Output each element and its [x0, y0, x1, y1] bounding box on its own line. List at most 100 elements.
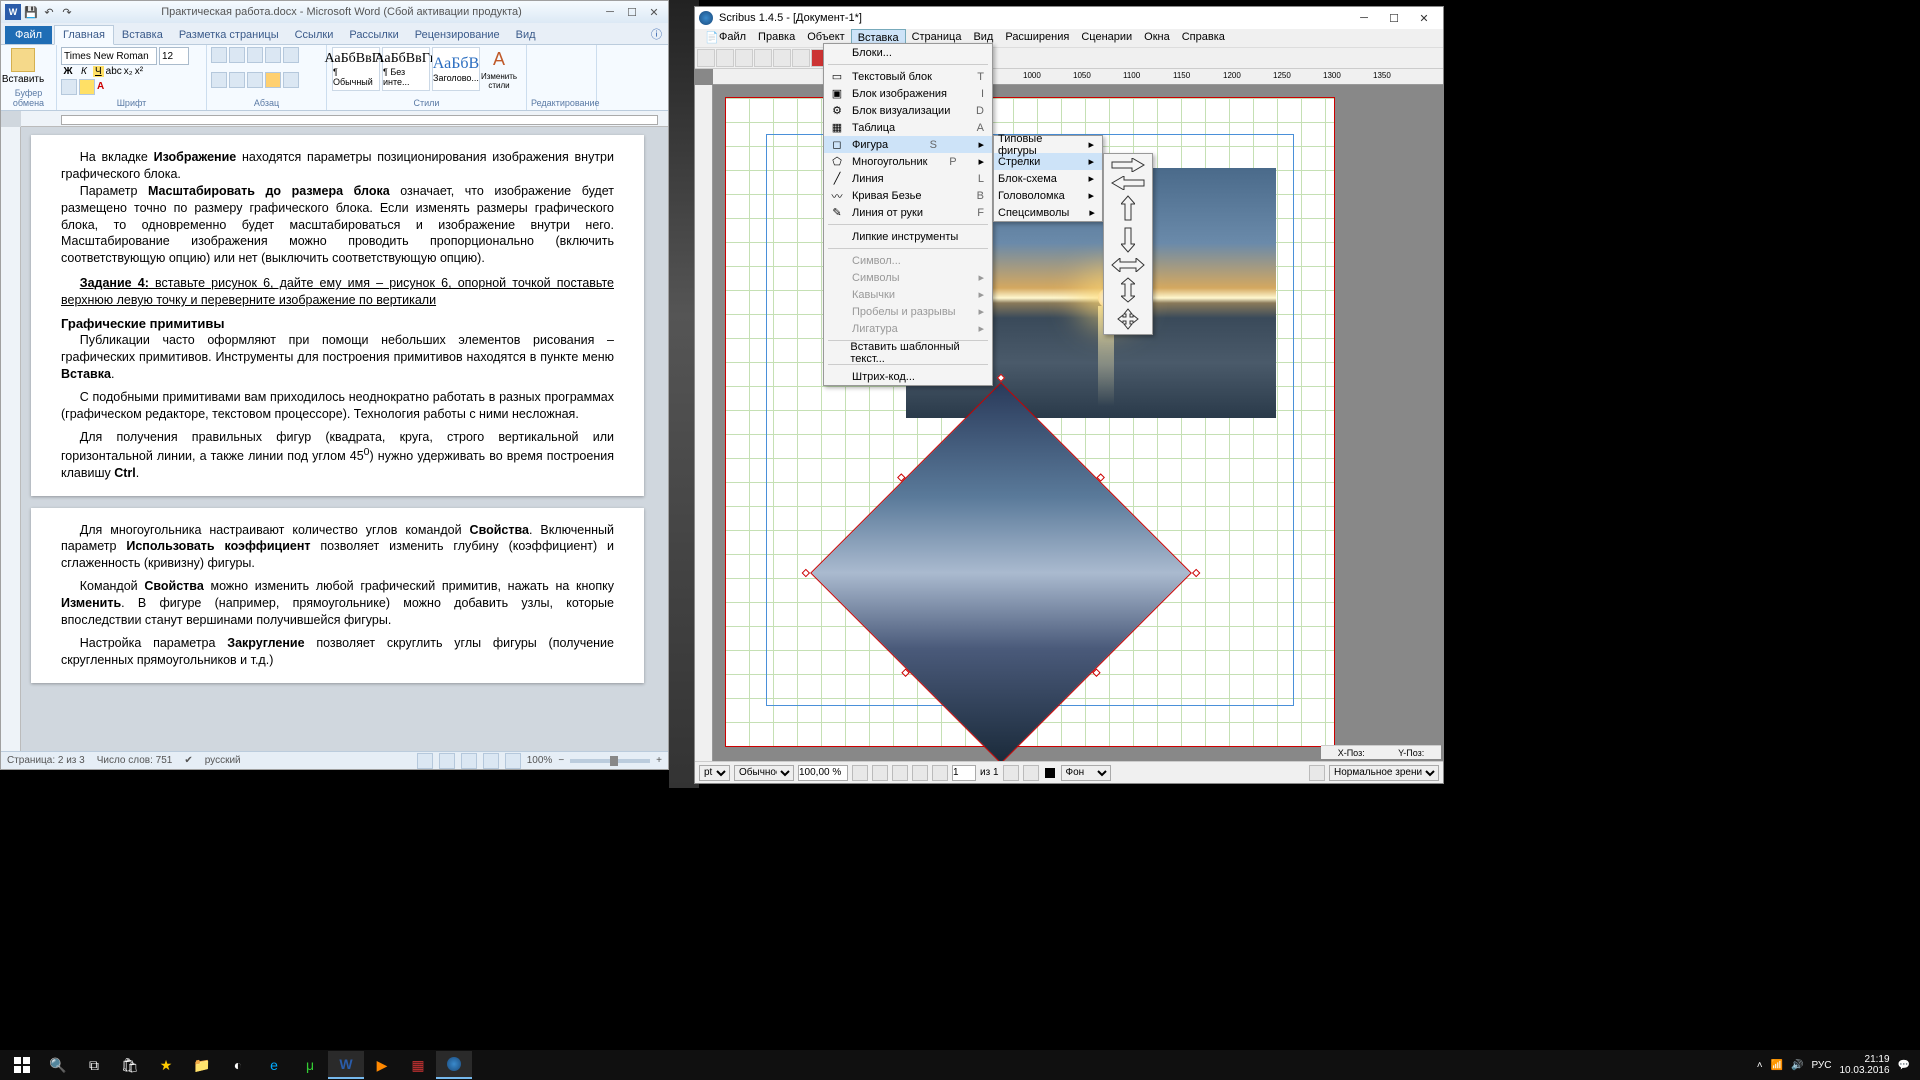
- tab-file[interactable]: Файл: [5, 26, 52, 44]
- numbering-icon[interactable]: [229, 47, 245, 63]
- tab-insert[interactable]: Вставка: [114, 26, 171, 44]
- menu-bezier[interactable]: 〰Кривая БезьеB: [824, 187, 992, 204]
- subscript-button[interactable]: x₂: [124, 66, 133, 77]
- zoom-out-icon[interactable]: [852, 765, 868, 781]
- arrow-right-icon[interactable]: [1110, 158, 1146, 172]
- arrow-quad-icon[interactable]: [1117, 308, 1139, 330]
- minimize-icon[interactable]: ─: [600, 4, 620, 20]
- app-icon[interactable]: ★: [148, 1051, 184, 1079]
- menu-help[interactable]: Справка: [1176, 29, 1231, 47]
- save-icon[interactable]: 💾: [23, 4, 39, 20]
- font-size-select[interactable]: [159, 47, 189, 65]
- menu-image-frame[interactable]: ▣Блок изображенияI: [824, 85, 992, 102]
- bullets-icon[interactable]: [211, 47, 227, 63]
- maximize-icon[interactable]: ☐: [1379, 9, 1409, 27]
- page-first-icon[interactable]: [912, 765, 928, 781]
- zoom-in-icon[interactable]: [892, 765, 908, 781]
- arrow-left-icon[interactable]: [1110, 176, 1146, 190]
- menu-file[interactable]: Файл: [713, 29, 752, 47]
- style-nospacing[interactable]: АаБбВвГг,¶ Без инте...: [382, 47, 430, 91]
- network-icon[interactable]: 📶: [1771, 1060, 1783, 1071]
- menu-glyph[interactable]: Символ...: [824, 252, 992, 269]
- bold-button[interactable]: Ж: [61, 66, 75, 77]
- align-right-icon[interactable]: [247, 72, 263, 88]
- align-left-icon[interactable]: [211, 72, 227, 88]
- scribus-taskbar-icon[interactable]: [436, 1051, 472, 1079]
- search-icon[interactable]: 🔍: [40, 1051, 76, 1079]
- scribus-titlebar[interactable]: Scribus 1.4.5 - [Документ-1*] ─ ☐ ✕: [695, 7, 1443, 29]
- word-page-2[interactable]: Для многоугольника настраивают количеств…: [31, 508, 644, 683]
- style-normal[interactable]: АаБбВвГг,¶ Обычный: [332, 47, 380, 91]
- task-view-icon[interactable]: ⧉: [76, 1051, 112, 1079]
- page-last-icon[interactable]: [1023, 765, 1039, 781]
- new-icon[interactable]: [697, 49, 715, 67]
- menu-shape[interactable]: ◻ФигураS▸: [824, 136, 992, 153]
- notifications-icon[interactable]: 💬: [1898, 1060, 1910, 1071]
- open-icon[interactable]: [716, 49, 734, 67]
- menu-windows[interactable]: Окна: [1138, 29, 1176, 47]
- vertical-ruler[interactable]: [1, 127, 21, 751]
- start-button[interactable]: [4, 1051, 40, 1079]
- ruler-vertical[interactable]: [695, 85, 713, 761]
- vision-select[interactable]: Нормальное зрение: [1329, 765, 1439, 781]
- arrow-down-icon[interactable]: [1121, 226, 1135, 254]
- arrow-leftright-icon[interactable]: [1110, 258, 1146, 272]
- redo-icon[interactable]: ↷: [59, 4, 75, 20]
- underline-button[interactable]: Ч: [93, 66, 104, 77]
- arrow-up-icon[interactable]: [1121, 194, 1135, 222]
- volume-icon[interactable]: 🔊: [1791, 1060, 1803, 1071]
- undo-icon[interactable]: ↶: [41, 4, 57, 20]
- paste-button[interactable]: Вставить: [5, 47, 41, 86]
- menu-default-shapes[interactable]: Типовые фигуры▸: [994, 136, 1102, 153]
- close-doc-icon[interactable]: [754, 49, 772, 67]
- status-lang[interactable]: русский: [205, 755, 241, 766]
- highlight-icon[interactable]: [79, 79, 95, 95]
- change-styles-button[interactable]: AИзменить стили: [481, 47, 517, 91]
- page-next-icon[interactable]: [1003, 765, 1019, 781]
- view-draft-icon[interactable]: [505, 753, 521, 769]
- italic-button[interactable]: К: [77, 66, 91, 77]
- menu-table[interactable]: ▦ТаблицаA: [824, 119, 992, 136]
- view-print-icon[interactable]: [417, 753, 433, 769]
- indent-dec-icon[interactable]: [265, 47, 281, 63]
- menu-sample-text[interactable]: Вставить шаблонный текст...: [824, 344, 992, 361]
- menu-text-frame[interactable]: ▭Текстовый блокT: [824, 68, 992, 85]
- style-select[interactable]: Обычное: [734, 765, 794, 781]
- menu-line[interactable]: ╱ЛинияL: [824, 170, 992, 187]
- tab-mail[interactable]: Рассылки: [341, 26, 406, 44]
- font-color-icon[interactable]: A: [97, 81, 104, 92]
- menu-frames[interactable]: Блоки...: [824, 44, 992, 61]
- game-icon[interactable]: ▦: [400, 1051, 436, 1079]
- menu-flowchart[interactable]: Блок-схема▸: [994, 170, 1102, 187]
- tab-view[interactable]: Вид: [508, 26, 544, 44]
- spellcheck-icon[interactable]: ✔: [184, 755, 192, 766]
- save-icon[interactable]: [735, 49, 753, 67]
- steam-icon[interactable]: ◐: [220, 1051, 256, 1079]
- clock[interactable]: 21:19 10.03.2016: [1839, 1054, 1889, 1076]
- view-outline-icon[interactable]: [483, 753, 499, 769]
- menu-extras[interactable]: Расширения: [999, 29, 1075, 47]
- view-web-icon[interactable]: [461, 753, 477, 769]
- zoom-input[interactable]: [798, 765, 848, 781]
- explorer-icon[interactable]: 📁: [184, 1051, 220, 1079]
- zoom-out-icon[interactable]: −: [558, 755, 564, 766]
- preflight-icon[interactable]: [792, 49, 810, 67]
- word-titlebar[interactable]: W 💾 ↶ ↷ Практическая работа.docx - Micro…: [1, 1, 668, 23]
- minimize-icon[interactable]: ─: [1349, 9, 1379, 27]
- maximize-icon[interactable]: ☐: [622, 4, 642, 20]
- align-center-icon[interactable]: [229, 72, 245, 88]
- unit-select[interactable]: pt: [699, 765, 730, 781]
- help-icon[interactable]: ⓘ: [645, 24, 668, 44]
- status-page[interactable]: Страница: 2 из 3: [7, 755, 85, 766]
- media-icon[interactable]: ▶: [364, 1051, 400, 1079]
- preview-icon[interactable]: [1309, 765, 1325, 781]
- edge-icon[interactable]: e: [256, 1051, 292, 1079]
- indent-inc-icon[interactable]: [283, 47, 299, 63]
- utorrent-icon[interactable]: μ: [292, 1051, 328, 1079]
- tab-review[interactable]: Рецензирование: [407, 26, 508, 44]
- menu-space[interactable]: Пробелы и разрывы▸: [824, 303, 992, 320]
- layer-select[interactable]: Фон: [1061, 765, 1111, 781]
- store-icon[interactable]: 🛍: [112, 1051, 148, 1079]
- zoom-reset-icon[interactable]: [872, 765, 888, 781]
- menu-sticky[interactable]: Липкие инструменты: [824, 228, 992, 245]
